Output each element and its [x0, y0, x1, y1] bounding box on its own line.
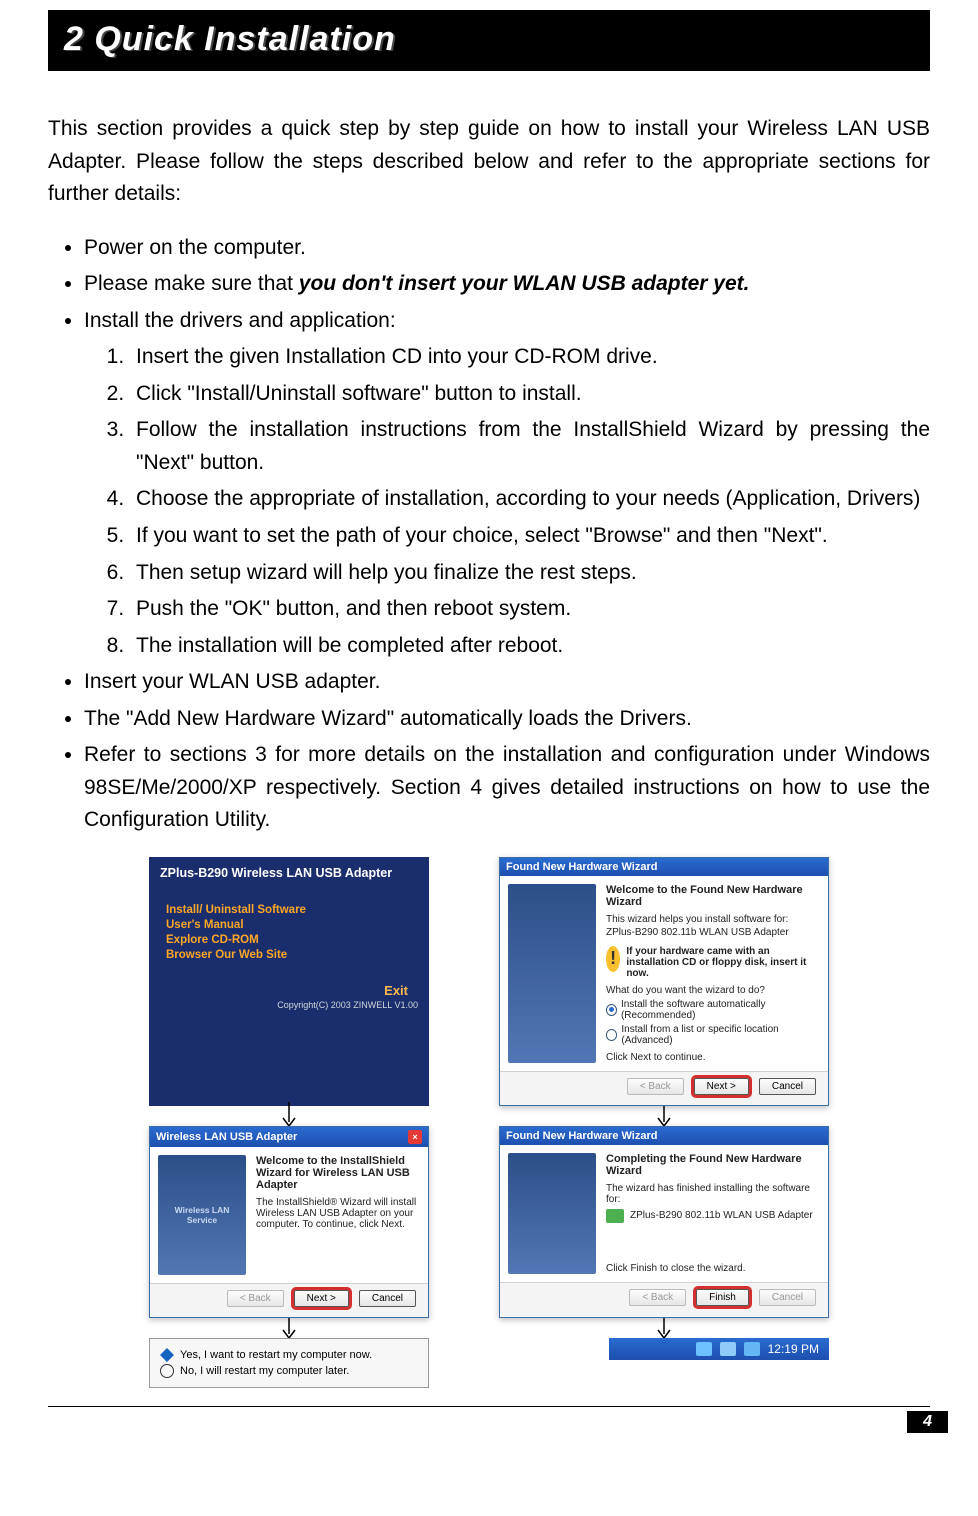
wizard-side-image: Wireless LAN Service	[158, 1155, 246, 1275]
wizard-side-image	[508, 884, 596, 1063]
step-item: Follow the installation instructions fro…	[130, 414, 930, 479]
cd-hint: If your hardware came with an installati…	[626, 946, 820, 979]
section-title: 2 Quick Installation	[64, 20, 396, 58]
device-name: ZPlus-B290 802.11b WLAN USB Adapter	[606, 927, 820, 938]
system-tray: 12:19 PM	[609, 1338, 829, 1360]
next-button[interactable]: Next >	[694, 1078, 749, 1095]
intro-paragraph: This section provides a quick step by st…	[48, 113, 930, 211]
radio-specific[interactable]: Install from a list or specific location…	[606, 1024, 820, 1046]
bullet-item: The "Add New Hardware Wizard" automatica…	[84, 703, 930, 736]
cd-title: ZPlus-B290 Wireless LAN USB Adapter	[160, 866, 418, 880]
wizard-desc: The InstallShield® Wizard will install W…	[256, 1197, 420, 1230]
bullet-text: Power on the computer.	[84, 236, 306, 259]
radio-selected-icon	[160, 1348, 174, 1362]
cancel-button[interactable]: Cancel	[759, 1078, 816, 1095]
radio-icon	[606, 1004, 617, 1016]
bullet-item: Insert your WLAN USB adapter.	[84, 666, 930, 699]
step-item: Insert the given Installation CD into yo…	[130, 341, 930, 374]
cd-link-manual[interactable]: User's Manual	[166, 919, 418, 931]
found-hw-wizard-welcome: Found New Hardware Wizard Welcome to the…	[499, 857, 829, 1106]
tray-clock: 12:19 PM	[768, 1342, 819, 1356]
bullet-text: Install the drivers and application:	[84, 309, 396, 332]
step-item: Then setup wizard will help you finalize…	[130, 557, 930, 590]
radio-label: Install the software automatically (Reco…	[621, 999, 820, 1021]
close-icon[interactable]: ×	[408, 1130, 422, 1144]
installshield-wizard: Wireless LAN USB Adapter × Wireless LAN …	[149, 1126, 429, 1318]
cd-copyright: Copyright(C) 2003 ZINWELL V1.00	[160, 1000, 418, 1010]
bullet-item: Please make sure that you don't insert y…	[84, 268, 930, 301]
restart-yes-option[interactable]: Yes, I want to restart my computer now.	[160, 1348, 418, 1362]
wizard-question: What do you want the wizard to do?	[606, 985, 820, 996]
page-footer: 4	[48, 1406, 930, 1407]
step-item: Push the "OK" button, and then reboot sy…	[130, 593, 930, 626]
cd-autorun-panel: ZPlus-B290 Wireless LAN USB Adapter Inst…	[149, 857, 429, 1106]
bullet-item: Power on the computer.	[84, 232, 930, 265]
wizard-heading: Welcome to the InstallShield Wizard for …	[256, 1155, 420, 1191]
restart-prompt: Yes, I want to restart my computer now. …	[149, 1338, 429, 1388]
back-button: < Back	[627, 1078, 684, 1095]
bullet-text: Insert your WLAN USB adapter.	[84, 670, 380, 693]
wizard-desc: The wizard has finished installing the s…	[606, 1183, 820, 1205]
cd-link-explore[interactable]: Explore CD-ROM	[166, 934, 418, 946]
radio-auto[interactable]: Install the software automatically (Reco…	[606, 999, 820, 1021]
page-number: 4	[907, 1411, 948, 1433]
wizard-heading: Welcome to the Found New Hardware Wizard	[606, 884, 820, 908]
radio-label: Install from a list or specific location…	[621, 1024, 820, 1046]
window-titlebar: Wireless LAN USB Adapter ×	[150, 1127, 428, 1147]
step-item: If you want to set the path of your choi…	[130, 520, 930, 553]
window-title: Found New Hardware Wizard	[506, 1130, 657, 1142]
click-next-hint: Click Next to continue.	[606, 1052, 820, 1063]
figures-grid: ZPlus-B290 Wireless LAN USB Adapter Inst…	[48, 857, 930, 1388]
tray-network-icon[interactable]	[696, 1342, 712, 1356]
finish-hint: Click Finish to close the wizard.	[606, 1263, 820, 1274]
next-button[interactable]: Next >	[294, 1290, 349, 1307]
cd-link-install[interactable]: Install/ Uninstall Software	[166, 904, 418, 916]
wizard-desc: This wizard helps you install software f…	[606, 914, 820, 925]
restart-yes-label: Yes, I want to restart my computer now.	[180, 1349, 372, 1361]
arrow-down-icon	[499, 1106, 829, 1126]
step-list: Insert the given Installation CD into yo…	[84, 341, 930, 662]
window-title: Wireless LAN USB Adapter	[156, 1131, 297, 1143]
arrow-down-icon	[149, 1318, 429, 1338]
tray-volume-icon[interactable]	[744, 1342, 760, 1356]
bullet-text: The "Add New Hardware Wizard" automatica…	[84, 707, 692, 730]
bullet-list: Power on the computer. Please make sure …	[48, 232, 930, 837]
found-hw-wizard-complete: Found New Hardware Wizard Completing the…	[499, 1126, 829, 1318]
step-item: Choose the appropriate of installation, …	[130, 483, 930, 516]
tray-monitor-icon[interactable]	[720, 1342, 736, 1356]
cancel-button[interactable]: Cancel	[359, 1290, 416, 1307]
wizard-heading: Completing the Found New Hardware Wizard	[606, 1153, 820, 1177]
bullet-item: Install the drivers and application: Ins…	[84, 305, 930, 662]
emphasis-text: you don't insert your WLAN USB adapter y…	[299, 272, 750, 295]
restart-no-label: No, I will restart my computer later.	[180, 1365, 349, 1377]
system-tray-wrapper: 12:19 PM	[499, 1338, 829, 1388]
bullet-item: Refer to sections 3 for more details on …	[84, 739, 930, 837]
wizard-side-image	[508, 1153, 596, 1274]
restart-no-option[interactable]: No, I will restart my computer later.	[160, 1364, 418, 1378]
side-label: Wireless LAN Service	[162, 1205, 242, 1225]
cd-link-website[interactable]: Browser Our Web Site	[166, 949, 418, 961]
window-title: Found New Hardware Wizard	[506, 861, 657, 873]
cancel-button: Cancel	[759, 1289, 816, 1306]
finish-button[interactable]: Finish	[696, 1289, 749, 1306]
back-button: < Back	[629, 1289, 686, 1306]
radio-icon	[606, 1029, 617, 1041]
bullet-text: Refer to sections 3 for more details on …	[84, 743, 930, 831]
arrow-down-icon	[149, 1106, 429, 1126]
window-titlebar: Found New Hardware Wizard	[500, 1127, 828, 1145]
section-title-bar: 2 Quick Installation	[48, 10, 930, 71]
bullet-text: Please make sure that	[84, 272, 299, 295]
device-name: ZPlus-B290 802.11b WLAN USB Adapter	[630, 1210, 813, 1221]
arrow-down-icon	[499, 1318, 829, 1338]
step-item: Click "Install/Uninstall software" butto…	[130, 378, 930, 411]
back-button: < Back	[227, 1290, 284, 1307]
info-icon: !	[606, 946, 620, 972]
window-titlebar: Found New Hardware Wizard	[500, 858, 828, 876]
cd-exit-button[interactable]: Exit	[160, 983, 418, 998]
device-icon	[606, 1209, 624, 1223]
step-item: The installation will be completed after…	[130, 630, 930, 663]
radio-icon	[160, 1364, 174, 1378]
